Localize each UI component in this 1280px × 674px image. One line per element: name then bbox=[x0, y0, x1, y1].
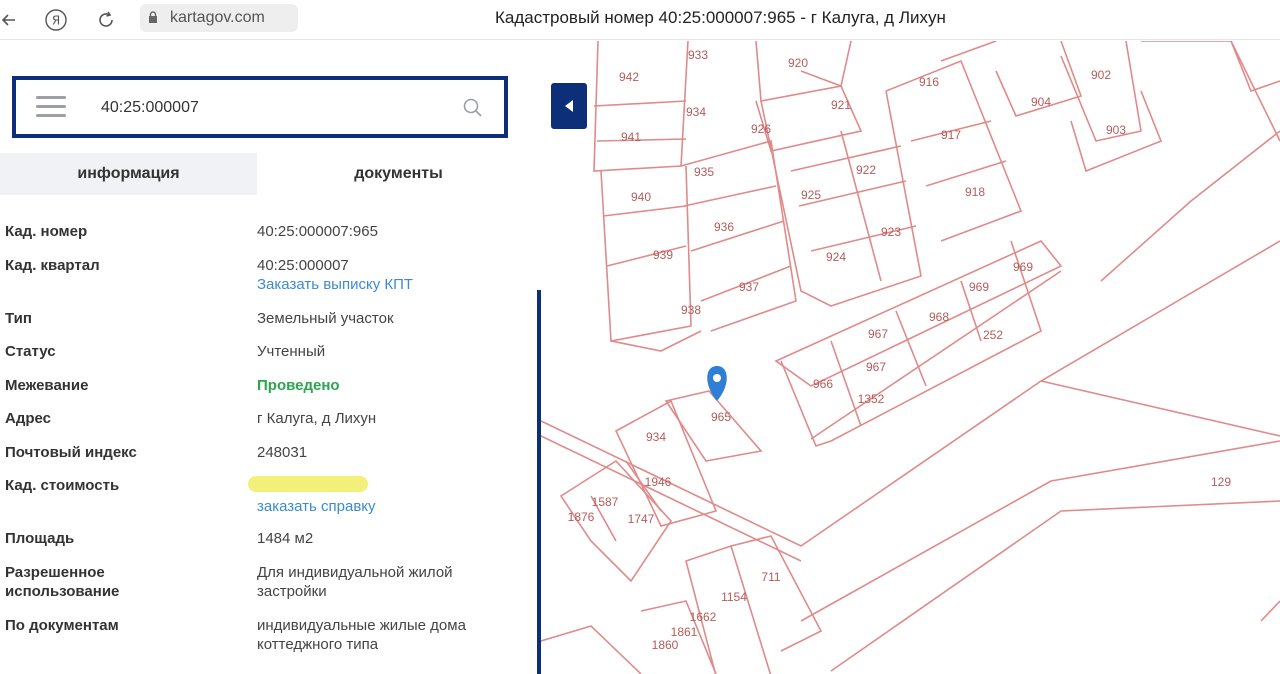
row-value-block: заказать справку bbox=[248, 476, 508, 516]
info-panel: 40:25:000007 информация документы Кад. н… bbox=[0, 41, 540, 674]
row-value: Проведено bbox=[257, 377, 340, 394]
caret-left-icon bbox=[565, 100, 573, 112]
page-title: Кадастровый номер 40:25:000007:965 - г К… bbox=[495, 8, 946, 27]
svg-text:252: 252 bbox=[983, 328, 1003, 342]
svg-text:967: 967 bbox=[868, 327, 888, 341]
svg-text:903: 903 bbox=[1106, 123, 1126, 137]
svg-text:935: 935 bbox=[694, 165, 714, 179]
yandex-icon[interactable]: Я bbox=[42, 6, 70, 34]
lock-icon bbox=[149, 11, 157, 23]
svg-text:923: 923 bbox=[881, 225, 901, 239]
svg-text:129: 129 bbox=[1211, 475, 1231, 489]
row-value: г Калуга, д Лихун bbox=[257, 410, 377, 427]
row-value: 1484 м2 bbox=[257, 530, 314, 547]
svg-text:968: 968 bbox=[929, 310, 949, 324]
svg-text:969: 969 bbox=[969, 280, 989, 294]
location-marker-icon bbox=[707, 366, 727, 401]
url-text: kartagov.com bbox=[170, 9, 265, 26]
row-value: индивидуальные жилые дома коттеджного ти… bbox=[257, 617, 466, 653]
svg-text:1860: 1860 bbox=[652, 638, 679, 652]
svg-text:1946: 1946 bbox=[645, 475, 672, 489]
svg-text:920: 920 bbox=[788, 56, 808, 70]
address-bar[interactable]: kartagov.com bbox=[140, 4, 298, 32]
search-icon[interactable] bbox=[462, 97, 484, 119]
svg-text:942: 942 bbox=[619, 70, 639, 84]
collapse-panel-button[interactable] bbox=[551, 83, 587, 129]
order-certificate-link[interactable]: заказать справку bbox=[257, 497, 508, 516]
order-kpt-link[interactable]: Заказать выписку КПТ bbox=[257, 275, 517, 294]
browser-toolbar: Я kartagov.com Кадастровый номер 40:25:0… bbox=[0, 0, 1280, 40]
svg-text:1747: 1747 bbox=[628, 512, 655, 526]
menu-icon[interactable] bbox=[36, 96, 66, 118]
row-value: 40:25:000007 bbox=[257, 257, 349, 274]
svg-text:965: 965 bbox=[711, 410, 731, 424]
row-value: 248031 bbox=[257, 444, 308, 461]
svg-text:921: 921 bbox=[831, 98, 851, 112]
svg-text:934: 934 bbox=[686, 105, 706, 119]
svg-text:1861: 1861 bbox=[671, 625, 698, 639]
tab-information[interactable]: информация bbox=[0, 153, 257, 195]
svg-text:939: 939 bbox=[653, 248, 673, 262]
svg-text:941: 941 bbox=[621, 130, 641, 144]
row-label: Почтовый индекс bbox=[5, 444, 137, 461]
back-arrow-icon[interactable] bbox=[0, 6, 22, 34]
row-label: Площадь bbox=[5, 530, 75, 547]
svg-text:969: 969 bbox=[1013, 260, 1033, 274]
row-label: Адрес bbox=[5, 410, 52, 427]
svg-text:904: 904 bbox=[1031, 95, 1051, 109]
cadastral-map[interactable]: 942 933 920 941 934 926 921 916 904 902 … bbox=[541, 41, 1280, 674]
svg-text:1352: 1352 bbox=[858, 392, 885, 406]
search-input[interactable]: 40:25:000007 bbox=[101, 99, 199, 117]
row-label: Кад. квартал bbox=[5, 257, 100, 274]
search-box[interactable]: 40:25:000007 bbox=[12, 76, 508, 138]
redacted-highlight bbox=[248, 476, 368, 492]
row-value: 40:25:000007:965 bbox=[257, 223, 378, 240]
svg-text:966: 966 bbox=[813, 377, 833, 391]
row-label: Тип bbox=[5, 310, 32, 327]
row-value: Для индивидуальной жилой застройки bbox=[257, 564, 453, 600]
svg-text:1154: 1154 bbox=[721, 590, 747, 604]
row-label: По документам bbox=[5, 617, 119, 634]
svg-text:967: 967 bbox=[866, 360, 886, 374]
svg-text:940: 940 bbox=[631, 190, 651, 204]
svg-text:1662: 1662 bbox=[690, 610, 717, 624]
tab-documents[interactable]: документы bbox=[257, 153, 540, 195]
row-value: Учтенный bbox=[257, 343, 326, 360]
svg-text:916: 916 bbox=[919, 75, 939, 89]
svg-text:936: 936 bbox=[714, 220, 734, 234]
row-label: Межевание bbox=[5, 377, 89, 394]
parcel-map-layer[interactable]: 942 933 920 941 934 926 921 916 904 902 … bbox=[541, 41, 1280, 674]
row-label: Статус bbox=[5, 343, 56, 360]
svg-text:925: 925 bbox=[801, 188, 821, 202]
svg-text:918: 918 bbox=[965, 185, 985, 199]
svg-text:937: 937 bbox=[739, 280, 759, 294]
svg-text:933: 933 bbox=[688, 48, 708, 62]
tabs: информация документы bbox=[0, 153, 540, 195]
svg-text:1587: 1587 bbox=[592, 495, 619, 509]
svg-text:Я: Я bbox=[52, 14, 60, 28]
svg-text:1876: 1876 bbox=[568, 510, 595, 524]
svg-text:924: 924 bbox=[826, 250, 846, 264]
row-value: Земельный участок bbox=[257, 310, 394, 327]
reload-icon[interactable] bbox=[92, 6, 120, 34]
svg-text:938: 938 bbox=[681, 303, 701, 317]
svg-text:711: 711 bbox=[761, 570, 780, 584]
svg-text:934: 934 bbox=[646, 430, 666, 444]
svg-text:926: 926 bbox=[751, 122, 771, 136]
svg-text:917: 917 bbox=[941, 128, 961, 142]
svg-text:902: 902 bbox=[1091, 68, 1111, 82]
row-label: Разрешенное использование bbox=[5, 564, 120, 600]
row-value-block: 40:25:000007 Заказать выписку КПТ bbox=[257, 256, 517, 294]
svg-text:922: 922 bbox=[856, 163, 876, 177]
row-label: Кад. номер bbox=[5, 223, 88, 240]
row-label: Кад. стоимость bbox=[5, 477, 120, 494]
